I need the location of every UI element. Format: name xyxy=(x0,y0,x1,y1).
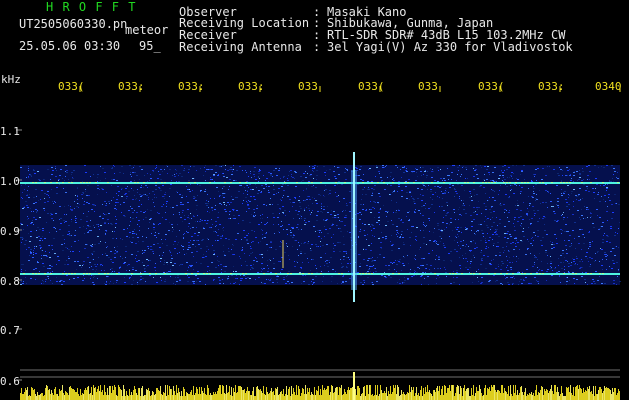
time-tick-label: 033: xyxy=(538,80,565,93)
spectrogram-display xyxy=(16,86,621,400)
time-tick-label: 033( xyxy=(58,80,85,93)
time-tick-label: 033: xyxy=(178,80,205,93)
freq-tick-label: 1.1 xyxy=(0,125,20,138)
freq-tick-label: 0.9 xyxy=(0,225,20,238)
freq-tick-label: 0.6 xyxy=(0,375,20,388)
amplitude-strip xyxy=(20,369,620,400)
freq-tick-label: 1.0 xyxy=(0,175,20,188)
freq-unit-label: kHz xyxy=(1,73,21,86)
time-tick-label: 033: xyxy=(118,80,145,93)
time-tick-label: 033 xyxy=(298,80,318,93)
time-tick-label: 033: xyxy=(238,80,265,93)
freq-tick-label: 0.8 xyxy=(0,275,20,288)
freq-tick-label: 0.7 xyxy=(0,324,20,337)
time-tick-label: 033( xyxy=(358,80,385,93)
time-tick-label: 033( xyxy=(478,80,505,93)
time-tick-label: 0340 xyxy=(595,80,622,93)
time-tick-label: 033 xyxy=(418,80,438,93)
